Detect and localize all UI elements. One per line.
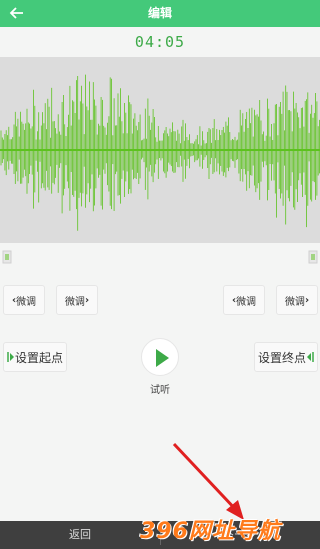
waveform-area[interactable] [0, 57, 320, 243]
fine-tune-end-left-button[interactable]: ‹ 微调 [223, 285, 265, 315]
end-marker-icon [307, 352, 314, 362]
back-button[interactable]: 返回 [0, 521, 160, 549]
watermark-text: 396网址导航 [140, 519, 281, 544]
end-handle-icon[interactable] [307, 247, 319, 267]
play-button[interactable] [141, 338, 179, 376]
fine-tune-end-right-button[interactable]: 微调 › [276, 285, 318, 315]
fine-tune-label: 微调 [284, 296, 305, 308]
set-end-button[interactable]: 设置终点 [254, 342, 318, 372]
top-bar: 编辑 [0, 0, 320, 27]
waveform-graphic [0, 74, 320, 231]
listen-label: 试听 [150, 385, 170, 396]
chevron-right-icon: › [304, 294, 310, 306]
fine-tune-start-right-button[interactable]: 微调 › [56, 285, 98, 315]
fine-tune-start-left-button[interactable]: ‹ 微调 [3, 285, 45, 315]
fine-tune-label: 微调 [64, 296, 85, 308]
set-start-button[interactable]: 设置起点 [3, 342, 67, 372]
start-handle-icon[interactable] [1, 247, 13, 267]
set-end-label: 设置终点 [257, 350, 306, 365]
fine-tune-label: 微调 [236, 296, 257, 308]
start-marker-icon [7, 352, 14, 362]
play-icon [156, 349, 169, 367]
fine-tune-label: 微调 [16, 296, 37, 308]
chevron-right-icon: › [84, 294, 90, 306]
time-display: 04:05 [134, 33, 186, 51]
set-start-label: 设置起点 [14, 350, 63, 365]
page-title: 编辑 [147, 6, 172, 20]
